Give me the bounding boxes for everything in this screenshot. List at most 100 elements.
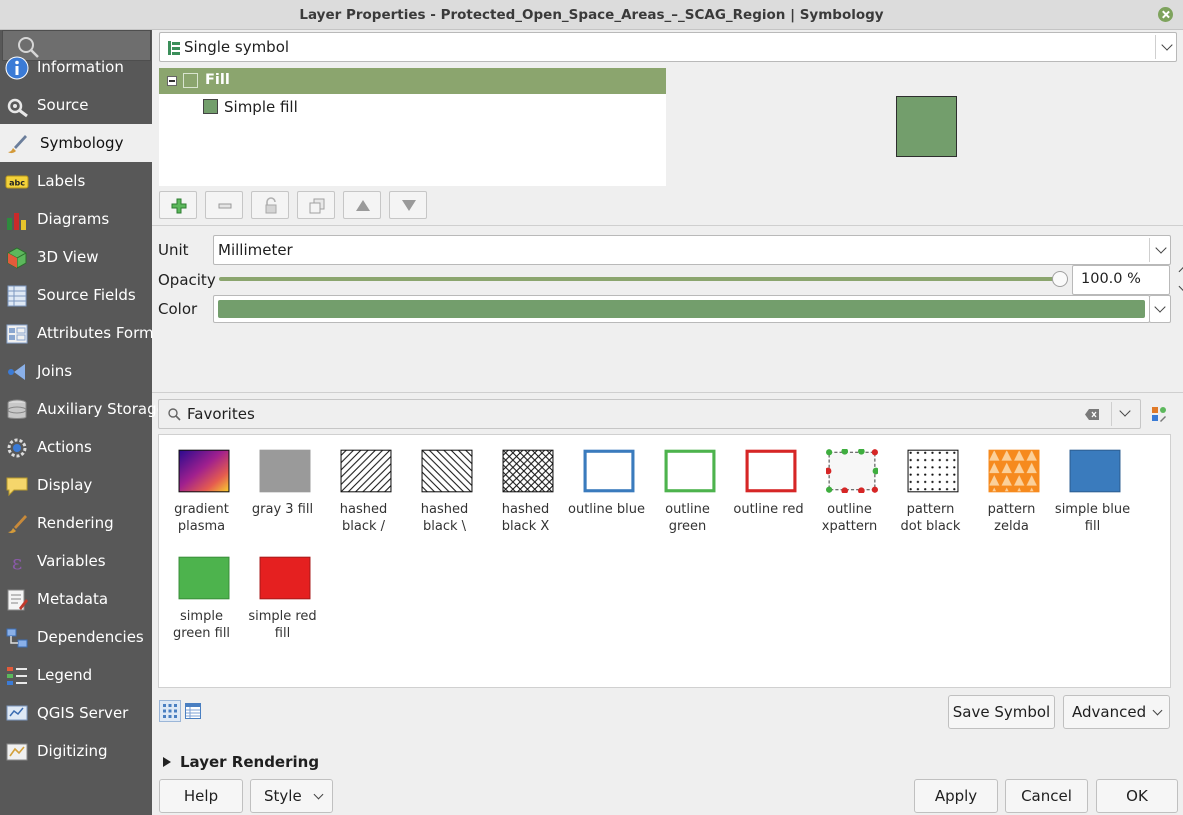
symbol-hash-x[interactable]: hashed black X [485, 435, 566, 535]
sidebar-item-source[interactable]: Source [0, 86, 152, 124]
spin-down-icon[interactable] [1178, 281, 1183, 292]
speech-bubble-icon [6, 477, 28, 497]
tree-item-simple-fill[interactable]: Simple fill [159, 94, 666, 120]
sidebar-item-symbology[interactable]: Symbology [0, 124, 152, 162]
labels-abc-icon: abc [5, 175, 29, 189]
opacity-value: 100.0 % [1081, 271, 1141, 287]
sidebar-item-actions[interactable]: Actions [0, 428, 152, 466]
symbol-thumbnail [664, 449, 716, 493]
sidebar-item-legend[interactable]: Legend [0, 656, 152, 694]
sidebar-item-label: 3D View [37, 248, 99, 266]
sidebar-item-dependencies[interactable]: Dependencies [0, 618, 152, 656]
renderer-type-combo[interactable]: Single symbol [159, 32, 1177, 62]
symbol-gray[interactable]: gray 3 fill [242, 435, 323, 535]
symbol-dots[interactable]: pattern dot black [890, 435, 971, 535]
opacity-spinbox[interactable]: 100.0 % [1072, 265, 1183, 295]
sidebar-item-joins[interactable]: Joins [0, 352, 152, 390]
sidebar-item-label: Source [37, 96, 89, 114]
symbol-hash-fwd[interactable]: hashed black / [323, 435, 404, 535]
move-up-button[interactable] [343, 191, 381, 219]
opacity-slider-track[interactable] [219, 277, 1061, 281]
sidebar-item-attributes-form[interactable]: Attributes Form [0, 314, 154, 352]
add-symbol-layer-button[interactable] [159, 191, 197, 219]
sidebar-item-labels[interactable]: abc Labels [0, 162, 152, 200]
fill-swatch-icon [183, 73, 198, 88]
tree-item-fill-label: Fill [205, 72, 230, 88]
symbol-hash-back[interactable]: hashed black \ [404, 435, 485, 535]
symbol-green[interactable]: simple green fill [161, 542, 242, 642]
sidebar-item-label: Joins [37, 362, 73, 380]
symbol-thumbnail [907, 449, 959, 493]
save-symbol-button[interactable]: Save Symbol [948, 695, 1055, 729]
symbol-caption: hashed black X [501, 502, 550, 534]
digitizing-icon [6, 743, 28, 761]
arrow-down-icon [402, 200, 416, 211]
symbol-outline-green[interactable]: outline green [647, 435, 728, 535]
remove-symbol-layer-button[interactable] [205, 191, 243, 219]
ok-button[interactable]: OK [1096, 779, 1178, 813]
spin-up-icon[interactable] [1178, 266, 1183, 277]
opacity-slider-handle[interactable] [1052, 271, 1068, 287]
symbol-caption: gray 3 fill [251, 502, 314, 517]
chevron-down-icon [1155, 242, 1167, 254]
sidebar-item-qgis-server[interactable]: QGIS Server [0, 694, 152, 732]
symbol-caption: outline green [665, 502, 710, 534]
symbol-zelda[interactable]: pattern zelda [971, 435, 1052, 535]
icon-view-icon[interactable] [159, 700, 181, 722]
unit-combo[interactable]: Millimeter [213, 235, 1171, 265]
arrow-up-icon [356, 200, 370, 211]
symbol-blue[interactable]: simple blue fill [1052, 435, 1133, 535]
simple-fill-swatch-icon [203, 99, 218, 114]
layer-rendering-group[interactable]: Layer Rendering [160, 752, 460, 772]
color-swatch [218, 300, 1145, 318]
clear-icon[interactable] [1085, 409, 1099, 420]
sidebar-item-metadata[interactable]: Metadata [0, 580, 152, 618]
favorites-search-input[interactable]: Favorites [158, 399, 1141, 429]
symbol-thumbnail [259, 556, 311, 600]
apply-button[interactable]: Apply [914, 779, 998, 813]
expand-arrow-icon [163, 757, 171, 767]
search-icon [168, 408, 181, 421]
symbol-outline-blue[interactable]: outline blue [566, 435, 647, 535]
sidebar-item-auxiliary-storage[interactable]: Auxiliary Storage [0, 390, 166, 428]
close-window-button[interactable] [1158, 7, 1173, 22]
cancel-button[interactable]: Cancel [1005, 779, 1088, 813]
symbol-outline-red[interactable]: outline red [728, 435, 809, 535]
sidebar-item-diagrams[interactable]: Diagrams [0, 200, 152, 238]
symbol-thumbnail [583, 449, 635, 493]
color-dropdown-button[interactable] [1149, 295, 1171, 323]
sidebar-item-rendering[interactable]: Rendering [0, 504, 152, 542]
symbol-red[interactable]: simple red fill [242, 542, 323, 642]
sidebar-item-label: Symbology [40, 134, 124, 152]
move-down-button[interactable] [389, 191, 427, 219]
sidebar-item-3d-view[interactable]: 3D View [0, 238, 152, 276]
form-icon [6, 324, 28, 344]
sidebar-item-label: Rendering [37, 514, 114, 532]
symbol-xpattern[interactable]: outline xpattern [809, 435, 890, 535]
style-manager-icon[interactable] [1151, 406, 1167, 422]
chevron-down-icon [1152, 705, 1163, 716]
favorites-symbol-gallery: gradient plasma gray 3 fill hashed black / ha… [158, 434, 1171, 688]
duplicate-symbol-layer-button[interactable] [297, 191, 335, 219]
svg-text:abc: abc [9, 179, 25, 188]
sidebar-item-label: Attributes Form [37, 324, 154, 342]
sidebar-item-information[interactable]: Information [0, 48, 152, 86]
sidebar-item-label: Variables [37, 552, 106, 570]
help-button[interactable]: Help [159, 779, 243, 813]
style-button[interactable]: Style [250, 779, 333, 813]
symbol-thumbnail [178, 556, 230, 600]
advanced-button[interactable]: Advanced [1063, 695, 1170, 729]
sidebar-item-display[interactable]: Display [0, 466, 152, 504]
tree-item-fill[interactable]: Fill [159, 68, 666, 94]
style-button-label: Style [264, 787, 302, 805]
symbol-gradient[interactable]: gradient plasma [161, 435, 242, 535]
sidebar-item-variables[interactable]: ε Variables [0, 542, 152, 580]
chevron-down-icon[interactable] [1119, 405, 1131, 417]
color-button[interactable] [213, 295, 1150, 323]
window-title: Layer Properties - Protected_Open_Space_… [299, 7, 884, 23]
list-view-icon[interactable] [185, 703, 201, 719]
sidebar-item-digitizing[interactable]: Digitizing [0, 732, 152, 770]
collapse-icon[interactable] [167, 76, 177, 86]
sidebar-item-source-fields[interactable]: Source Fields [0, 276, 152, 314]
lock-symbol-layer-button[interactable] [251, 191, 289, 219]
